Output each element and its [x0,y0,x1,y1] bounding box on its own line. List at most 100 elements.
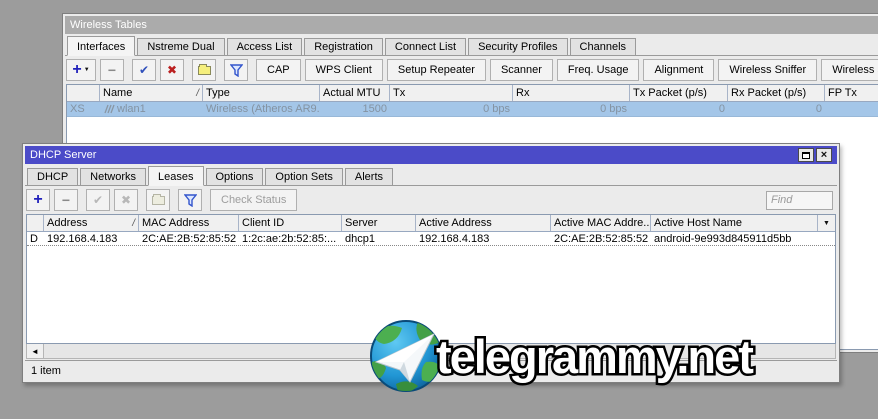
cap-button[interactable]: CAP [256,59,301,81]
cell-flags: D [30,232,38,245]
filter-button[interactable] [224,59,248,81]
col-address[interactable]: Address / [44,215,139,231]
col-rx[interactable]: Rx [513,85,630,101]
add-button[interactable]: + ▼ [66,59,96,81]
wireless-row-wlan1[interactable]: XS wlan1 Wireless (Atheros AR9... 1500 0… [67,102,878,117]
cross-icon: ✖ [120,193,132,207]
cell-address: 192.168.4.183 [47,232,118,245]
remove-button[interactable]: − [100,59,124,81]
cell-client-id: 1:2c:ae:2b:52:85:... [242,232,337,245]
close-button[interactable]: × [816,148,832,162]
cell-active-host-name: android-9e993d845911d5bb [654,232,792,245]
dhcp-statusbar: 1 item [25,360,837,380]
check-icon: ✔ [92,193,104,207]
funnel-icon [183,193,197,207]
wireless-toolbar: + ▼ − ✔ ✖ CAP WPS Client Setup Repeater … [65,56,878,84]
col-flags[interactable] [67,85,100,101]
dhcp-title: DHCP Server [30,149,97,161]
tab-interfaces[interactable]: Interfaces [67,36,136,56]
tab-networks[interactable]: Networks [80,168,147,185]
scanner-button[interactable]: Scanner [489,59,553,81]
col-tx[interactable]: Tx [390,85,513,101]
dhcp-tabstrip: DHCP Networks Leases Options Option Sets… [25,164,837,186]
cell-active-mac: 2C:AE:2B:52:85:52 [554,232,649,245]
enable-button[interactable]: ✔ [132,59,156,81]
col-tx-packet[interactable]: Tx Packet (p/s) [630,85,728,101]
col-fp-tx[interactable]: FP Tx [825,85,878,101]
check-status-button[interactable]: Check Status [210,189,298,211]
alignment-button[interactable]: Alignment [643,59,715,81]
dhcp-server-window: DHCP Server × DHCP Networks Leases Optio… [22,143,840,383]
funnel-icon [229,63,243,77]
cell-type: Wireless (Atheros AR9... [206,103,320,115]
folder-icon [197,63,211,75]
col-server[interactable]: Server [342,215,416,231]
horizontal-scrollbar[interactable]: ◄ [26,344,836,359]
col-active-address[interactable]: Active Address [416,215,551,231]
minus-icon: − [107,62,117,78]
lease-row[interactable]: D 192.168.4.183 2C:AE:2B:52:85:52 1:2c:a… [27,232,835,246]
comment-button[interactable] [192,59,216,81]
setup-repeater-button[interactable]: Setup Repeater [386,59,486,81]
comment-lease-button[interactable] [146,189,170,211]
tab-options[interactable]: Options [205,168,264,185]
caret-down-icon: ▼ [83,67,90,73]
col-actual-mtu[interactable]: Actual MTU [320,85,390,101]
enable-lease-button[interactable]: ✔ [86,189,110,211]
cell-server: dhcp1 [345,232,375,245]
cell-active-address: 192.168.4.183 [419,232,490,245]
col-active-mac[interactable]: Active MAC Addre... [551,215,651,231]
wireless-table-header: Name / Type Actual MTU Tx Rx Tx Packet (… [67,85,878,102]
freq-usage-button[interactable]: Freq. Usage [556,59,640,81]
col-rx-packet[interactable]: Rx Packet (p/s) [728,85,825,101]
tab-leases[interactable]: Leases [148,166,204,186]
tab-access-list[interactable]: Access List [226,38,303,55]
filter-lease-button[interactable] [178,189,202,211]
disable-lease-button[interactable]: ✖ [114,189,138,211]
tab-option-sets[interactable]: Option Sets [265,168,343,185]
close-icon: × [820,148,828,161]
cell-flags: XS [70,103,85,115]
tab-alerts[interactable]: Alerts [344,168,394,185]
find-input[interactable] [766,190,833,210]
col-address-label: Address [47,217,88,229]
cell-name: wlan1 [100,103,203,115]
tab-channels[interactable]: Channels [569,38,637,55]
cell-tx-packet: 0 [718,103,725,115]
wireless-tabstrip: Interfaces Nstreme Dual Access List Regi… [65,34,878,56]
cross-icon: ✖ [166,63,178,77]
wireless-sniffer-button[interactable]: Wireless Sniffer [718,59,818,81]
wireless-title: Wireless Tables [70,19,147,31]
disable-button[interactable]: ✖ [160,59,184,81]
add-lease-button[interactable]: + [26,189,50,211]
col-client-id[interactable]: Client ID [239,215,342,231]
cell-tx: 0 bps [483,103,510,115]
tab-registration[interactable]: Registration [304,38,383,55]
col-name-label: Name [103,87,133,99]
table-empty-area [27,246,835,343]
check-icon: ✔ [138,63,150,77]
wireless-snoop-button[interactable]: Wireless Snoop [821,59,878,81]
tab-nstreme-dual[interactable]: Nstreme Dual [137,38,225,55]
dhcp-leases-table: Address / MAC Address Client ID Server A… [26,214,836,344]
col-mac-address[interactable]: MAC Address [139,215,239,231]
plus-icon: + [72,61,82,78]
tab-dhcp[interactable]: DHCP [27,168,79,185]
tab-security-profiles[interactable]: Security Profiles [468,38,568,55]
col-active-host-name[interactable]: Active Host Name [651,215,817,231]
col-flags[interactable] [27,215,44,231]
column-select-button[interactable]: ▼ [817,215,835,231]
remove-lease-button[interactable]: − [54,189,78,211]
wps-client-button[interactable]: WPS Client [304,59,383,81]
folder-icon [151,193,165,205]
dhcp-toolbar: + − ✔ ✖ Check Status [25,186,837,214]
col-name[interactable]: Name / [100,85,203,101]
tab-connect-list[interactable]: Connect List [384,38,467,55]
sort-ascending-icon: / [196,87,199,99]
scroll-left-button[interactable]: ◄ [27,344,44,358]
dhcp-titlebar[interactable]: DHCP Server × [25,146,837,164]
minus-icon: − [61,192,71,208]
wireless-titlebar[interactable]: Wireless Tables [65,16,878,34]
col-type[interactable]: Type [203,85,320,101]
maximize-button[interactable] [798,148,814,162]
